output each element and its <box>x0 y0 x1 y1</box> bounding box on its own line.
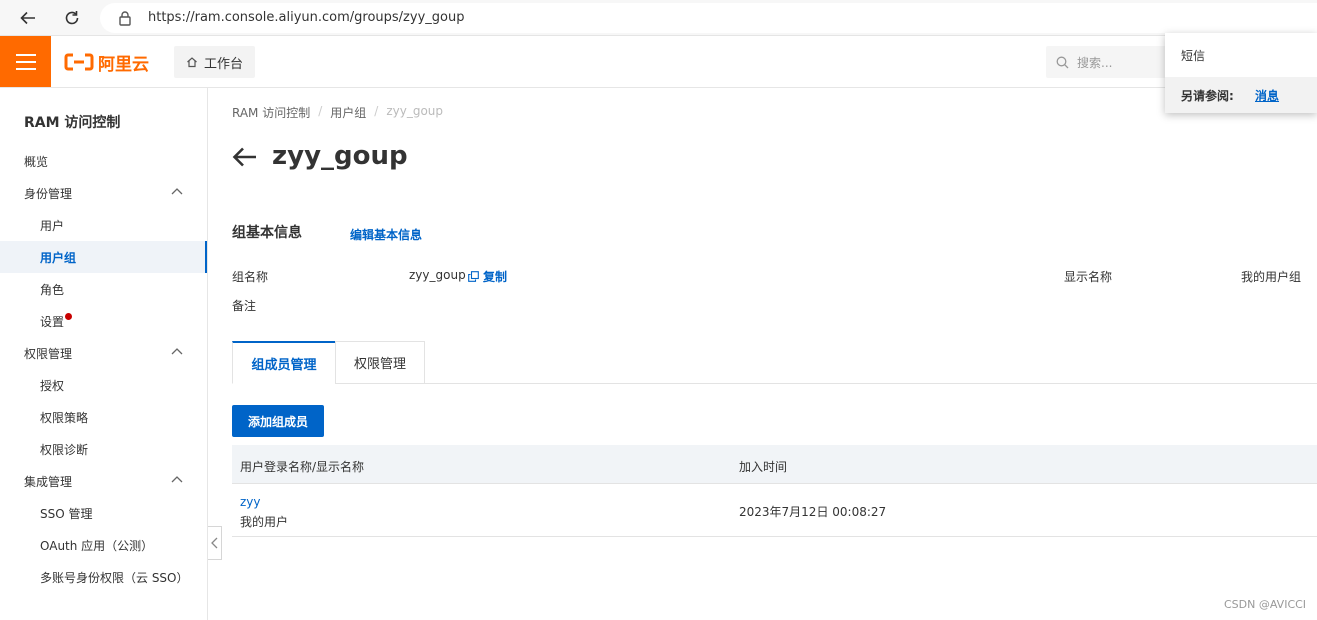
sidebar-item-policies[interactable]: 权限策略 <box>0 401 207 433</box>
back-arrow-icon[interactable] <box>16 6 40 30</box>
chevron-up-icon <box>171 348 183 355</box>
lock-icon <box>118 10 132 29</box>
see-also-link[interactable]: 消息 <box>1255 87 1279 104</box>
page-title: zyy_goup <box>272 141 408 171</box>
display-name-label: 显示名称 <box>1064 270 1113 284</box>
tab-label: 权限管理 <box>353 357 406 372</box>
remark-label: 备注 <box>232 299 257 313</box>
copy-icon <box>468 271 479 282</box>
user-login-link[interactable]: zyy <box>240 495 261 509</box>
tab-group-members[interactable]: 组成员管理 <box>232 341 336 384</box>
menu-icon[interactable] <box>0 36 51 87</box>
sidebar-item-settings[interactable]: 设置 <box>0 305 207 337</box>
notification-dot <box>65 312 73 320</box>
search-placeholder: 搜索... <box>1077 55 1113 70</box>
chevron-up-icon <box>171 188 183 195</box>
column-header-user: 用户登录名称/显示名称 <box>240 460 365 474</box>
copy-label: 复制 <box>483 270 508 284</box>
sidebar-item-label: 用户 <box>40 218 65 233</box>
sidebar-item-label: 权限诊断 <box>40 442 89 457</box>
sidebar-item-grants[interactable]: 授权 <box>0 369 207 401</box>
sidebar-item-label: 身份管理 <box>24 186 73 201</box>
home-icon <box>187 57 197 68</box>
sidebar-item-label: 设置 <box>40 314 65 329</box>
see-also-label: 另请参阅: <box>1181 89 1234 103</box>
reload-icon[interactable] <box>60 6 84 30</box>
copy-button[interactable]: 复制 <box>468 268 507 285</box>
sidebar-title: RAM 访问控制 <box>24 115 121 131</box>
breadcrumb-groups[interactable]: 用户组 <box>330 104 366 121</box>
sidebar: RAM 访问控制 概览 身份管理 用户 用户组 角色 设置 权限管理 授权 权限… <box>0 88 208 620</box>
back-arrow-icon[interactable] <box>232 144 258 173</box>
sidebar-group-identity[interactable]: 身份管理 <box>0 177 207 209</box>
sidebar-item-label: 权限策略 <box>40 410 89 425</box>
sidebar-item-user-groups[interactable]: 用户组 <box>0 241 207 273</box>
table-row: zyy 我的用户 2023年7月12日 00:08:27 <box>232 484 1317 537</box>
user-display-name: 我的用户 <box>240 515 289 529</box>
address-bar[interactable]: https://ram.console.aliyun.com/groups/zy… <box>100 3 1317 33</box>
sidebar-item-roles[interactable]: 角色 <box>0 273 207 305</box>
breadcrumb-current: zyy_goup <box>386 104 444 118</box>
basic-info-title: 组基本信息 <box>232 225 302 241</box>
add-member-button[interactable]: 添加组成员 <box>232 405 324 437</box>
sidebar-item-label: 集成管理 <box>24 474 73 489</box>
sidebar-item-overview[interactable]: 概览 <box>0 145 207 177</box>
search-input[interactable]: 搜索... <box>1046 46 1176 78</box>
column-header-join-time: 加入时间 <box>739 460 788 474</box>
breadcrumb-separator: / <box>374 104 379 118</box>
sidebar-item-label: OAuth 应用（公测） <box>40 538 154 553</box>
sidebar-item-diagnosis[interactable]: 权限诊断 <box>0 433 207 465</box>
sidebar-item-users[interactable]: 用户 <box>0 209 207 241</box>
sidebar-item-label: 用户组 <box>40 250 77 265</box>
search-icon <box>1056 56 1069 68</box>
chevron-left-icon <box>211 537 218 549</box>
breadcrumb: RAM 访问控制 / 用户组 / zyy_goup <box>232 104 443 121</box>
workbench-button[interactable]: 工作台 <box>174 46 256 78</box>
console-topbar: 阿里云 工作台 搜索... <box>0 36 1317 88</box>
search-suggestion-popup: 短信 另请参阅: 消息 <box>1165 33 1317 113</box>
tab-label: 组成员管理 <box>251 357 317 373</box>
sidebar-item-label: 授权 <box>40 378 65 393</box>
edit-basic-info-link[interactable]: 编辑基本信息 <box>350 226 422 243</box>
chevron-up-icon <box>171 476 183 483</box>
sidebar-item-cloud-sso[interactable]: 多账号身份权限（云 SSO） <box>0 561 207 593</box>
browser-toolbar: https://ram.console.aliyun.com/groups/zy… <box>0 0 1317 36</box>
sidebar-collapse-button[interactable] <box>208 526 222 560</box>
sidebar-item-label: SSO 管理 <box>40 506 93 521</box>
sidebar-item-oauth[interactable]: OAuth 应用（公测） <box>0 529 207 561</box>
see-also-row: 另请参阅: 消息 <box>1165 77 1317 113</box>
aliyun-logo[interactable]: 阿里云 <box>64 50 149 75</box>
breadcrumb-separator: / <box>318 104 323 118</box>
group-name-label: 组名称 <box>232 270 269 284</box>
sidebar-item-sso[interactable]: SSO 管理 <box>0 497 207 529</box>
join-time: 2023年7月12日 00:08:27 <box>739 505 887 519</box>
table-header: 用户登录名称/显示名称 加入时间 <box>232 445 1317 484</box>
sidebar-group-permissions[interactable]: 权限管理 <box>0 337 207 369</box>
watermark: CSDN @AVICCI <box>1224 598 1307 611</box>
group-name-value: zyy_goup <box>409 268 466 282</box>
url-text: https://ram.console.aliyun.com/groups/zy… <box>148 10 465 25</box>
workbench-label: 工作台 <box>204 56 244 72</box>
tab-permissions[interactable]: 权限管理 <box>335 341 425 384</box>
breadcrumb-ram[interactable]: RAM 访问控制 <box>232 104 310 121</box>
sidebar-item-label: 权限管理 <box>24 346 73 361</box>
sidebar-item-label: 角色 <box>40 282 65 297</box>
sidebar-group-integration[interactable]: 集成管理 <box>0 465 207 497</box>
sidebar-item-label: 多账号身份权限（云 SSO） <box>40 570 189 585</box>
sidebar-item-label: 概览 <box>24 154 49 169</box>
display-name-value: 我的用户组 <box>1241 270 1302 284</box>
logo-text: 阿里云 <box>98 54 149 75</box>
suggestion-item[interactable]: 短信 <box>1181 47 1205 64</box>
aliyun-logo-icon <box>64 53 94 71</box>
